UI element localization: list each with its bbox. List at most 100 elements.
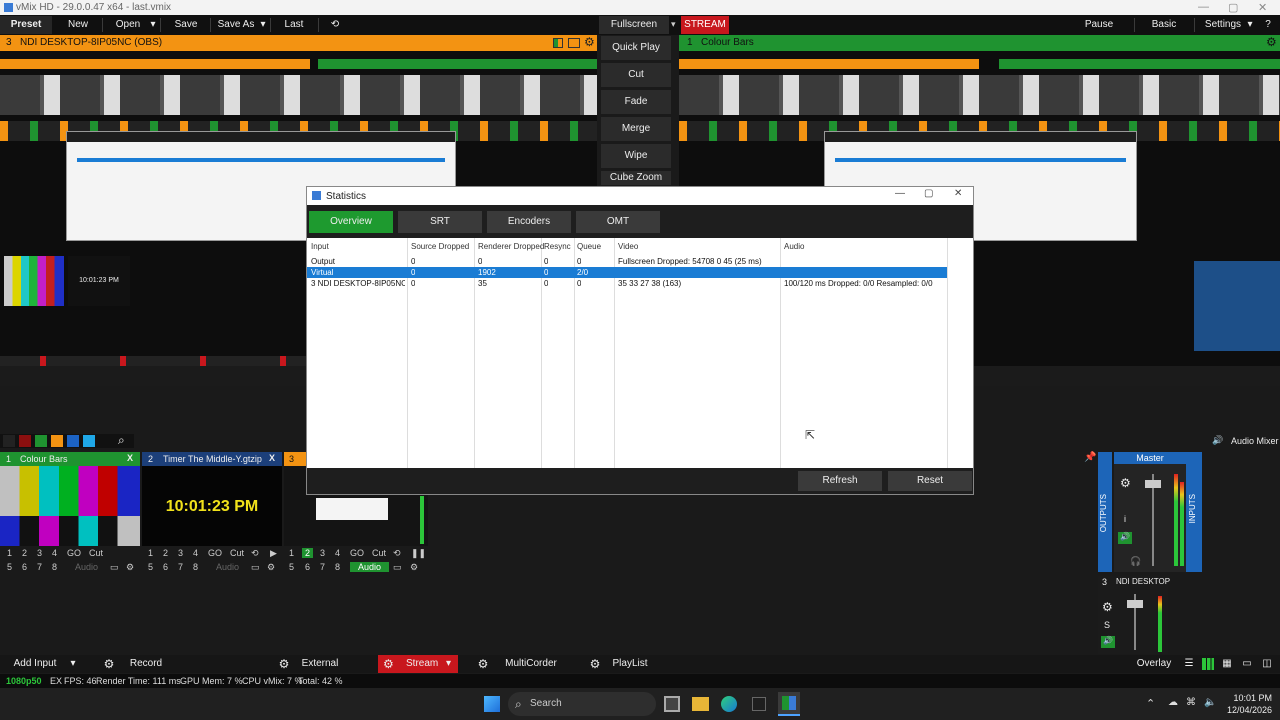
layer-1-button[interactable]: 1	[7, 548, 12, 558]
layer-5-button[interactable]: 5	[148, 562, 153, 572]
layer-7-button[interactable]: 7	[320, 562, 325, 572]
preset-button[interactable]: Preset	[0, 16, 52, 34]
color-swatch[interactable]	[51, 435, 63, 447]
settings-button[interactable]: Settings	[1200, 16, 1246, 34]
go-button[interactable]: GO	[67, 548, 81, 558]
add-input-button[interactable]: Add Input	[4, 655, 66, 673]
tab-encoders[interactable]: Encoders	[487, 211, 571, 233]
pause-inputs-button[interactable]: Pause Inputs	[1070, 16, 1128, 48]
stream-button[interactable]: Stream	[406, 655, 438, 673]
channel-fader[interactable]	[1127, 600, 1143, 608]
clock-date[interactable]: 12/04/2026	[1220, 705, 1272, 715]
column-header[interactable]: Resync	[544, 242, 571, 251]
edge-icon[interactable]	[721, 696, 737, 712]
color-swatch[interactable]	[67, 435, 79, 447]
color-swatch[interactable]	[3, 435, 15, 447]
layer-4-button[interactable]: 4	[193, 548, 198, 558]
window-icon[interactable]	[568, 38, 580, 48]
task-view-icon[interactable]	[664, 696, 680, 712]
layer-6-button[interactable]: 6	[163, 562, 168, 572]
layer-1-button[interactable]: 1	[289, 548, 294, 558]
speaker-icon[interactable]: 🔊	[1118, 532, 1132, 544]
layer-5-button[interactable]: 5	[7, 562, 12, 572]
cut-button[interactable]: Cut	[230, 548, 244, 558]
gear-icon[interactable]: ⚙	[100, 655, 118, 673]
chevron-down-icon[interactable]: ▾	[446, 655, 451, 673]
chevron-down-icon[interactable]: ▾	[1246, 16, 1254, 34]
column-header[interactable]: Input	[311, 242, 329, 251]
maximize-icon[interactable]: ▢	[924, 188, 933, 199]
grid-icon[interactable]: ▦	[1220, 655, 1234, 673]
reset-button[interactable]: Reset	[888, 471, 972, 491]
loop-icon[interactable]: ⟲	[393, 548, 401, 559]
gear-icon[interactable]: ⚙	[267, 562, 275, 573]
quick-play-button[interactable]: Quick Play	[601, 36, 671, 60]
go-button[interactable]: GO	[350, 548, 364, 558]
taskbar-search[interactable]: ⌕ Search	[508, 692, 656, 716]
merge-button[interactable]: Merge	[601, 117, 671, 141]
layer-6-button[interactable]: 6	[22, 562, 27, 572]
cut-button[interactable]: Cut	[89, 548, 103, 558]
close-button[interactable]: X	[127, 453, 133, 463]
meter-icon[interactable]	[1202, 658, 1214, 670]
close-icon[interactable]: ✕	[1258, 1, 1267, 14]
go-button[interactable]: GO	[208, 548, 222, 558]
table-row[interactable]: Output 0 0 0 0 Fullscreen Dropped: 54708…	[307, 256, 947, 267]
layout-icon[interactable]	[553, 38, 563, 48]
table-row[interactable]: Virtual 0 1902 0 2/0	[307, 267, 947, 278]
timer-thumbnail[interactable]: 10:01:23 PM	[142, 466, 282, 546]
window-icon[interactable]: ◫	[1260, 655, 1274, 673]
chevron-down-icon[interactable]: ▾	[68, 655, 78, 673]
close-icon[interactable]: ✕	[954, 188, 962, 199]
layer-6-button[interactable]: 6	[305, 562, 310, 572]
gear-icon[interactable]: ⚙	[275, 655, 293, 673]
chevron-up-icon[interactable]: ⌃	[1146, 697, 1155, 710]
gear-icon[interactable]: ⚙	[584, 35, 595, 49]
master-fader[interactable]	[1145, 480, 1161, 488]
terminal-icon[interactable]	[752, 697, 766, 711]
chevron-down-icon[interactable]: ▾	[671, 19, 676, 30]
gear-icon[interactable]: ⚙	[383, 655, 394, 673]
monitor-icon[interactable]: ▭	[1240, 655, 1254, 673]
color-swatch[interactable]	[83, 435, 95, 447]
tab-omt[interactable]: OMT	[576, 211, 660, 233]
gear-icon[interactable]: ⚙	[410, 562, 418, 573]
start-icon[interactable]	[484, 696, 500, 712]
column-header[interactable]: Renderer Dropped	[478, 242, 544, 251]
input-2-header[interactable]: 2 Timer The Middle-Y.gtzip X	[142, 452, 282, 466]
cube-zoom-button[interactable]: Cube Zoom	[601, 171, 671, 185]
info-button[interactable]: i	[1124, 514, 1126, 524]
pause-icon[interactable]: ❚❚	[411, 548, 426, 559]
column-header[interactable]: Queue	[577, 242, 601, 251]
outputs-tab[interactable]: OUTPUTS	[1098, 452, 1112, 572]
monitor-icon[interactable]: ▭	[251, 562, 260, 573]
save-as-button[interactable]: Save As	[214, 16, 258, 34]
column-header[interactable]: Source Dropped	[411, 242, 469, 251]
network-icon[interactable]: ⌘	[1186, 697, 1196, 708]
basic-button[interactable]: Basic	[1140, 16, 1188, 34]
overlay-button[interactable]: Overlay	[1132, 655, 1176, 673]
new-button[interactable]: New	[56, 16, 100, 34]
stream-status-badge[interactable]: STREAM 1	[681, 16, 729, 48]
gear-icon[interactable]: ⚙	[1120, 476, 1131, 490]
save-button[interactable]: Save	[164, 16, 208, 34]
refresh-button[interactable]: Refresh	[798, 471, 882, 491]
wipe-button[interactable]: Wipe	[601, 144, 671, 168]
monitor-icon[interactable]: ▭	[393, 562, 402, 573]
search-icon[interactable]: ⌕	[118, 433, 125, 448]
column-header[interactable]: Video	[618, 242, 638, 251]
gear-icon[interactable]: ⚙	[126, 562, 134, 573]
cut-button[interactable]: Cut	[601, 63, 671, 87]
speaker-icon[interactable]: 🔊	[1101, 636, 1115, 648]
open-button[interactable]: Open	[106, 16, 150, 34]
layer-2-button[interactable]: 2	[302, 548, 314, 558]
tab-srt[interactable]: SRT	[398, 211, 482, 233]
headphones-icon[interactable]: 🎧	[1130, 556, 1141, 567]
gear-icon[interactable]: ⚙	[474, 655, 492, 673]
close-button[interactable]: X	[269, 453, 275, 463]
color-swatch[interactable]	[35, 435, 47, 447]
input-1-header[interactable]: 1 Colour Bars X	[0, 452, 140, 466]
audio-button[interactable]: Audio	[75, 562, 98, 572]
layer-7-button[interactable]: 7	[178, 562, 183, 572]
menu-icon[interactable]: ☰	[1182, 655, 1196, 673]
